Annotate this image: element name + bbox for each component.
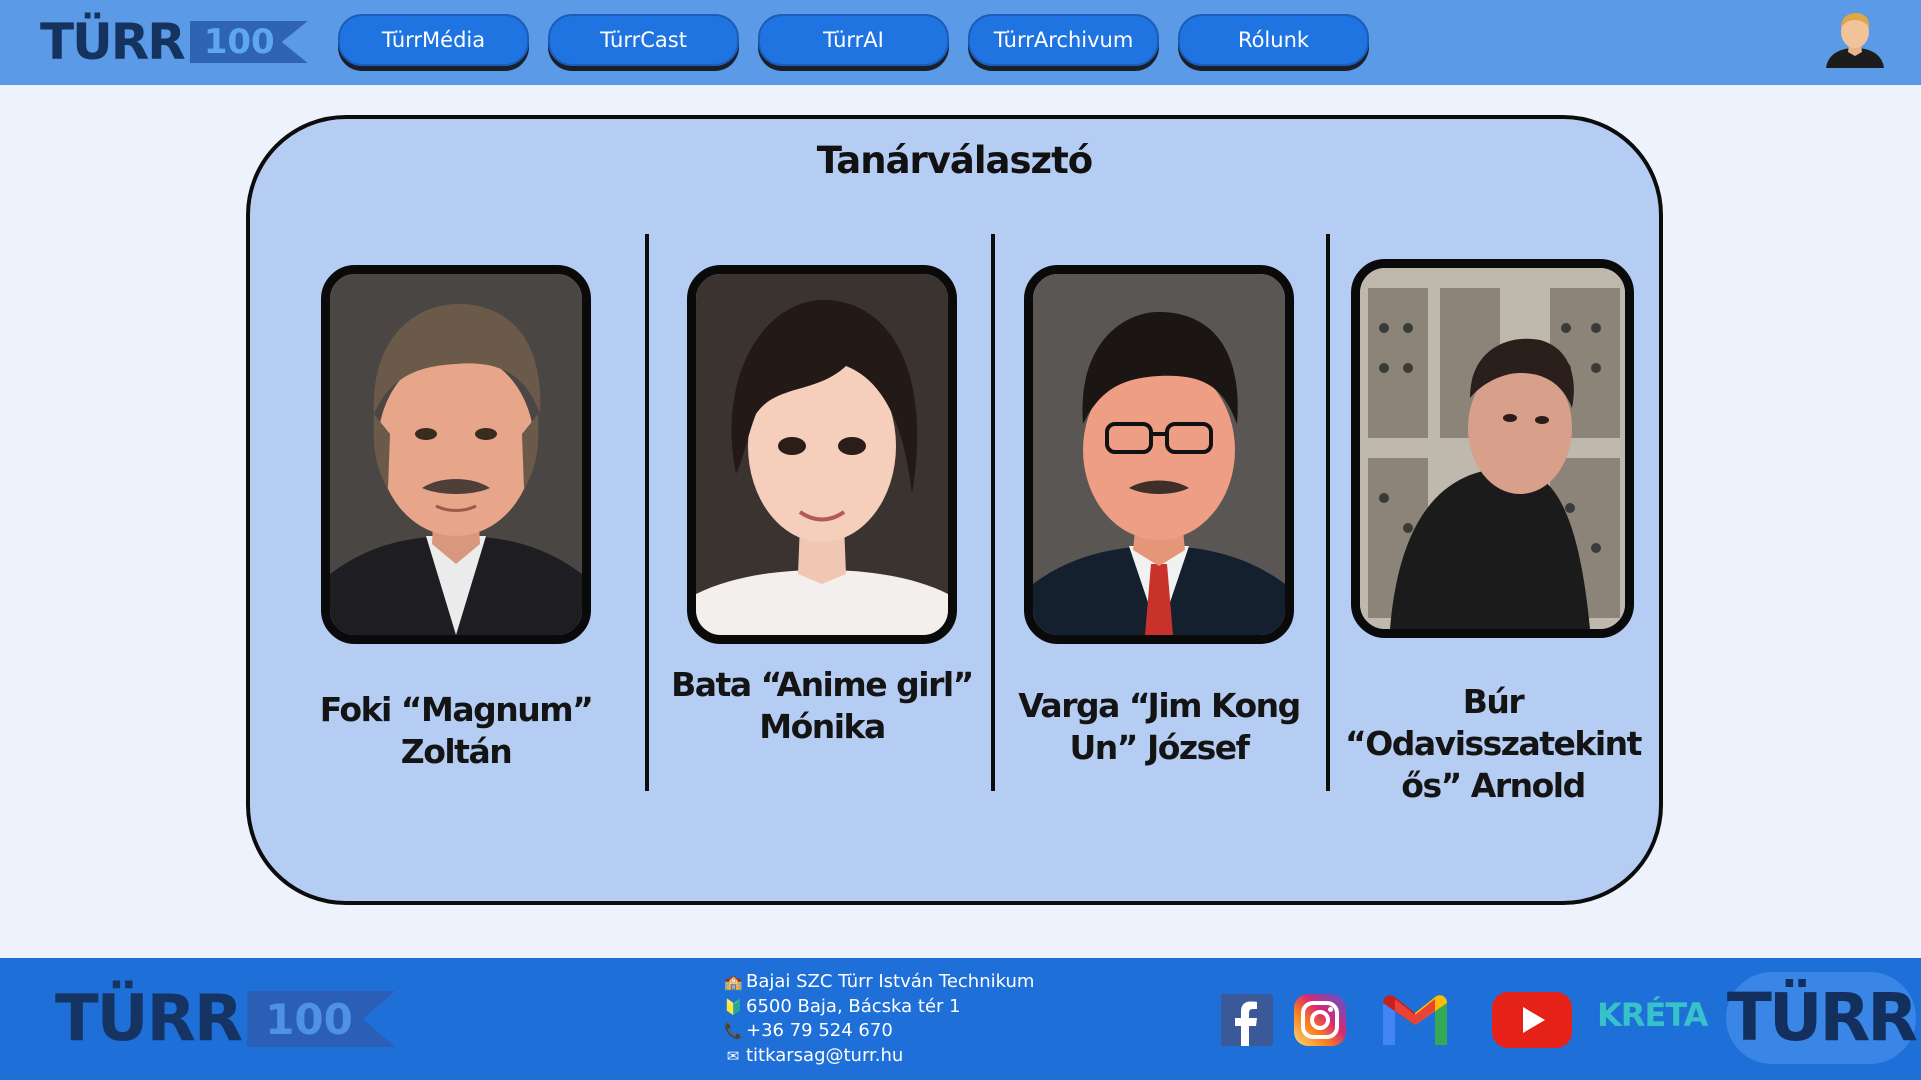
teacher-selector-panel: Tanárválasztó Foki “Magnum” Zoltán Bata … bbox=[246, 115, 1663, 905]
nav-turrai-button[interactable]: TürrAI bbox=[758, 14, 949, 66]
contact-email[interactable]: titkarsag@turr.hu bbox=[746, 1044, 903, 1069]
contact-email-row: ✉ titkarsag@turr.hu bbox=[724, 1044, 1034, 1069]
teacher-portrait-bur[interactable] bbox=[1351, 259, 1634, 638]
contact-school-row: 🏫 Bajai SZC Türr István Technikum bbox=[724, 970, 1034, 995]
contact-phone-row: 📞 +36 79 524 670 bbox=[724, 1019, 1034, 1044]
teacher-name-line: Un” József bbox=[1069, 728, 1250, 767]
teacher-name-line: Mónika bbox=[759, 707, 886, 746]
footer-turr100-logo[interactable]: TÜRR 100 bbox=[55, 982, 396, 1056]
teacher-name-line: ős” Arnold bbox=[1401, 766, 1586, 805]
turr-badge-logo[interactable]: TÜRR bbox=[1726, 972, 1918, 1064]
column-divider bbox=[645, 234, 649, 791]
main-navigation: TürrMédia TürrCast TürrAI TürrArchivum R… bbox=[338, 14, 1369, 66]
teacher-name-varga[interactable]: Varga “Jim Kong Un” József bbox=[994, 685, 1324, 769]
kreta-logo[interactable]: KRÉTA bbox=[1597, 996, 1708, 1034]
teacher-name-line: “Odavisszatekint bbox=[1345, 724, 1642, 763]
gmail-icon[interactable] bbox=[1378, 990, 1452, 1050]
nav-turrmedia-button[interactable]: TürrMédia bbox=[338, 14, 529, 66]
turr-badge-text: TÜRR bbox=[1726, 979, 1918, 1056]
page-footer: TÜRR 100 🏫 Bajai SZC Türr István Technik… bbox=[0, 958, 1921, 1080]
nav-turrarchivum-button[interactable]: TürrArchivum bbox=[968, 14, 1159, 66]
teacher-portrait-varga[interactable] bbox=[1024, 265, 1294, 644]
facebook-icon[interactable] bbox=[1220, 990, 1274, 1050]
teacher-name-line: Foki “Magnum” bbox=[319, 690, 594, 729]
page-title: Tanárválasztó bbox=[816, 139, 1093, 182]
footer-logo-100-badge: 100 bbox=[247, 991, 396, 1047]
phone-icon: 📞 bbox=[724, 1022, 743, 1040]
contact-address-row: 🔰 6500 Baja, Bácska tér 1 bbox=[724, 995, 1034, 1020]
logo-100-badge: 100 bbox=[189, 21, 308, 63]
map-pin-icon: 🔰 bbox=[724, 997, 743, 1016]
teacher-name-foki[interactable]: Foki “Magnum” Zoltán bbox=[291, 689, 621, 773]
teacher-name-bur[interactable]: Búr “Odavisszatekint ős” Arnold bbox=[1328, 681, 1658, 807]
turr100-logo[interactable]: TÜRR 100 bbox=[40, 13, 308, 71]
nav-turrcast-button[interactable]: TürrCast bbox=[548, 14, 739, 66]
footer-logo-wordmark: TÜRR bbox=[55, 982, 243, 1056]
email-icon: ✉ bbox=[726, 1046, 740, 1065]
teacher-portrait-foki[interactable] bbox=[321, 265, 591, 644]
teacher-name-line: Bata “Anime girl” bbox=[671, 665, 974, 704]
user-avatar-icon[interactable] bbox=[1820, 10, 1890, 68]
youtube-icon[interactable] bbox=[1490, 990, 1574, 1050]
contact-info: 🏫 Bajai SZC Türr István Technikum 🔰 6500… bbox=[724, 970, 1034, 1068]
nav-rolunk-button[interactable]: Rólunk bbox=[1178, 14, 1369, 66]
contact-phone[interactable]: +36 79 524 670 bbox=[746, 1019, 893, 1044]
contact-school: Bajai SZC Türr István Technikum bbox=[746, 971, 1035, 992]
teacher-name-line: Búr bbox=[1462, 682, 1525, 721]
teacher-name-bata[interactable]: Bata “Anime girl” Mónika bbox=[657, 664, 987, 748]
top-header: TÜRR 100 TürrMédia TürrCast TürrAI TürrA… bbox=[0, 0, 1921, 85]
teacher-name-line: Zoltán bbox=[400, 732, 513, 771]
contact-address: 6500 Baja, Bácska tér 1 bbox=[746, 995, 961, 1017]
teacher-portrait-bata[interactable] bbox=[687, 265, 957, 644]
school-icon: 🏫 bbox=[724, 973, 743, 991]
teacher-name-line: Varga “Jim Kong bbox=[1018, 686, 1301, 725]
logo-wordmark: TÜRR bbox=[40, 13, 186, 71]
instagram-icon[interactable] bbox=[1290, 990, 1350, 1050]
